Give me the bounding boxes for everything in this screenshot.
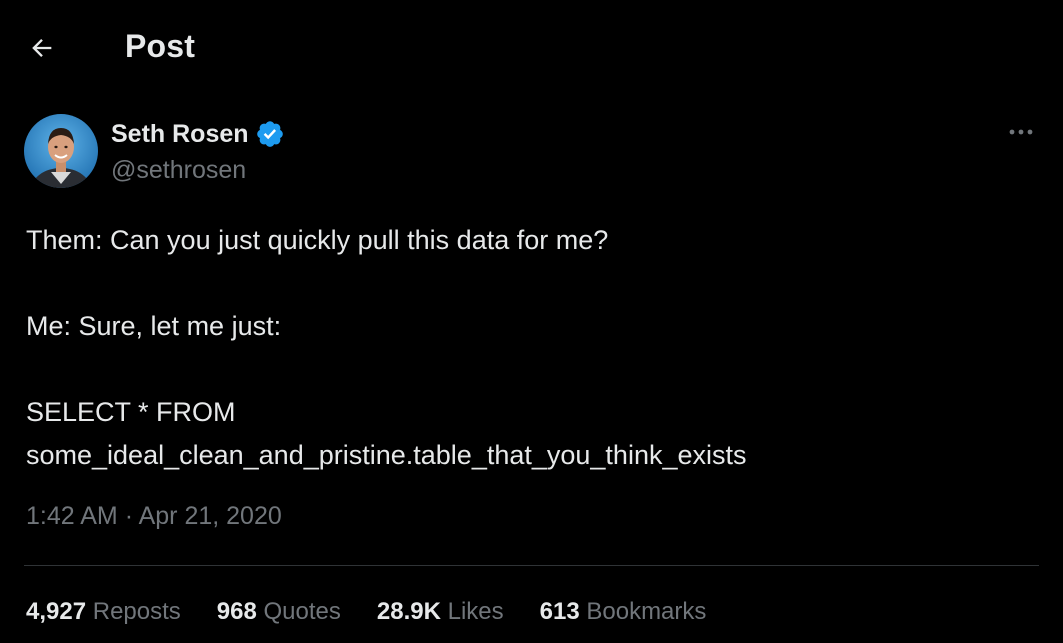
reposts-count: 4,927 — [26, 598, 87, 625]
bookmarks-stat[interactable]: 613 Bookmarks — [540, 598, 707, 626]
bookmarks-count: 613 — [539, 598, 580, 625]
likes-label: Likes — [447, 598, 504, 625]
post-date[interactable]: Apr 21, 2020 — [139, 502, 282, 530]
post-timestamp: 1:42 AM · Apr 21, 2020 — [26, 502, 282, 531]
reposts-label: Reposts — [92, 598, 181, 625]
timestamp-separator: · — [124, 502, 134, 530]
verified-badge-icon[interactable] — [255, 119, 285, 149]
likes-count: 28.9K — [376, 598, 441, 625]
likes-stat[interactable]: 28.9K Likes — [377, 598, 504, 626]
bookmarks-label: Bookmarks — [586, 598, 707, 625]
post-text: Them: Can you just quickly pull this dat… — [26, 219, 1026, 477]
page-title: Post — [125, 28, 196, 64]
more-options-button[interactable] — [1003, 120, 1039, 144]
reposts-stat[interactable]: 4,927 Reposts — [26, 598, 181, 626]
more-horizontal-icon — [1009, 129, 1033, 135]
display-name[interactable]: Seth Rosen — [111, 120, 249, 149]
author-row: Seth Rosen @sethrosen — [24, 114, 1039, 190]
post-line: some_ideal_clean_and_pristine.table_that… — [26, 440, 747, 470]
avatar-image — [24, 114, 98, 188]
quotes-stat[interactable]: 968 Quotes — [217, 598, 341, 626]
user-handle[interactable]: @sethrosen — [111, 156, 246, 185]
post-line: Me: Sure, let me just: — [26, 311, 282, 341]
post-time[interactable]: 1:42 AM — [26, 502, 118, 530]
arrow-left-icon — [32, 39, 52, 57]
name-line: Seth Rosen — [111, 119, 285, 149]
post-line: SELECT * FROM — [26, 397, 236, 427]
engagement-stats: 4,927 Reposts 968 Quotes 28.9K Likes 613… — [26, 598, 742, 626]
quotes-count: 968 — [216, 598, 257, 625]
post-header: Post — [0, 0, 1063, 96]
quotes-label: Quotes — [263, 598, 341, 625]
divider — [24, 565, 1039, 566]
post-line: Them: Can you just quickly pull this dat… — [26, 225, 609, 255]
avatar[interactable] — [24, 114, 98, 188]
back-button[interactable] — [22, 28, 62, 68]
